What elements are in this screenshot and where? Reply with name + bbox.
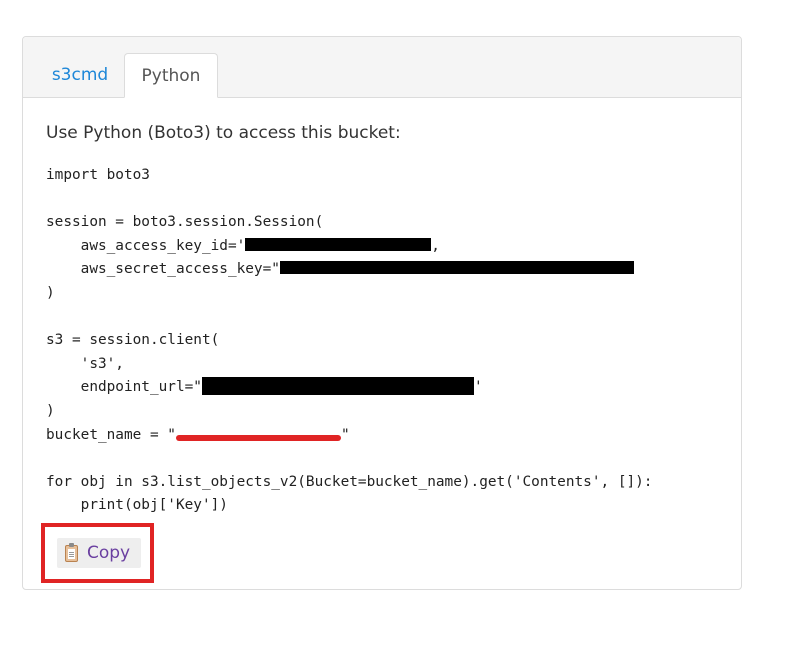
code-line: for obj in s3.list_objects_v2(Bucket=buc… [46,473,653,490]
tab-python[interactable]: Python [124,53,218,98]
code-line: ) [46,402,55,419]
code-line: 's3', [46,355,124,372]
clipboard-icon [65,542,78,562]
copy-button-label: Copy [87,543,131,563]
redacted-secret-key [279,261,634,275]
copy-highlight-box: Copy [41,523,154,583]
code-line: aws_access_key_id=' [46,237,246,254]
code-line: ) [46,284,55,301]
redacted-access-key [245,237,432,251]
code-line: import boto3 [46,167,150,183]
code-line: session = boto3.session.Session( [46,214,324,231]
code-line: bucket_name = " [46,426,176,443]
code-line: endpoint_url=" [46,379,202,396]
code-line: print(obj['Key']) [46,497,228,514]
tab-s3cmd[interactable]: s3cmd [37,53,123,97]
instructions-text: Use Python (Boto3) to access this bucket… [46,123,401,143]
code-line: ' [473,379,483,396]
code-block: import boto3 session = boto3.session.Ses… [46,164,652,518]
bucket-name-redaction-mark [176,435,341,441]
code-line: s3 = session.client( [46,332,220,349]
code-line: aws_secret_access_key=" [46,261,280,278]
code-line: , [431,237,440,254]
redacted-endpoint-url [201,377,474,396]
code-snippet-panel: s3cmd Python Use Python (Boto3) to acces… [22,36,742,590]
tab-bar: s3cmd Python [23,37,741,98]
code-line: " [340,426,350,443]
copy-button[interactable]: Copy [57,538,141,568]
